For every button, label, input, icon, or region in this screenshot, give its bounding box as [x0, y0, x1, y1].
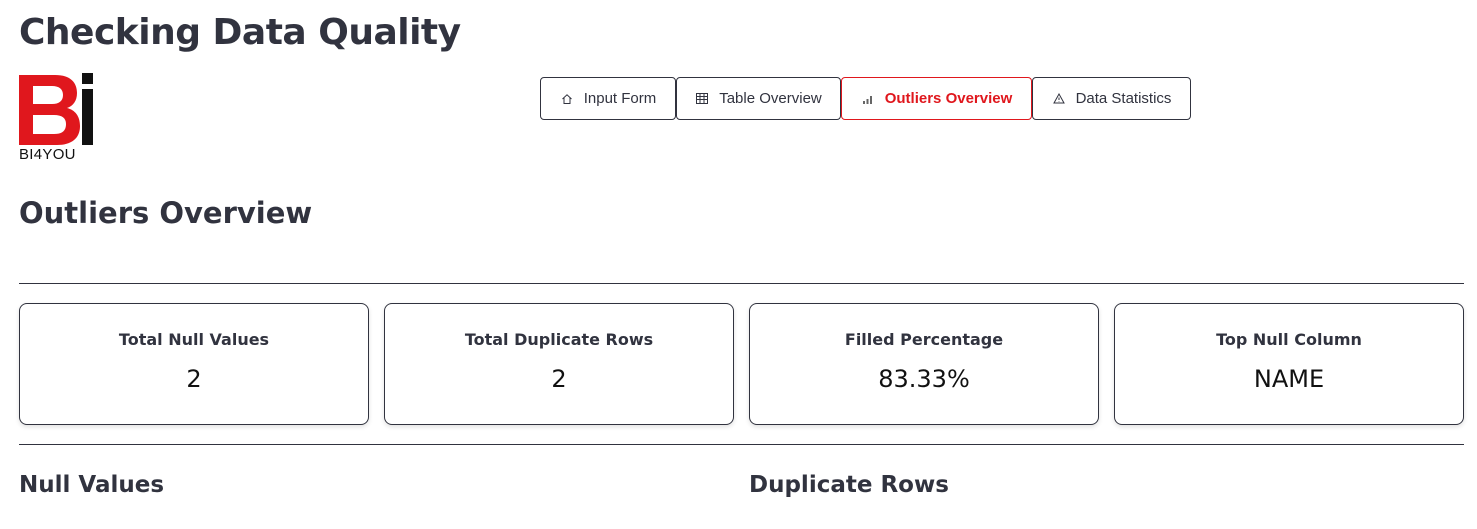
metric-label: Top Null Column: [1216, 330, 1362, 349]
table-icon: [695, 92, 709, 106]
metric-card-total-null-values: Total Null Values 2: [19, 303, 369, 425]
metric-label: Total Duplicate Rows: [464, 330, 654, 349]
metric-label: Total Null Values: [118, 330, 270, 349]
null-values-heading: Null Values: [19, 472, 165, 498]
metric-value: NAME: [1253, 365, 1325, 393]
metric-card-filled-percentage: Filled Percentage 83.33%: [749, 303, 1099, 425]
metric-value: 2: [551, 365, 567, 393]
tab-input-form[interactable]: Input Form: [540, 77, 676, 120]
warning-icon: [1052, 92, 1066, 106]
bi4you-logo: BI4YOU: [19, 73, 95, 165]
tab-outliers-overview[interactable]: Outliers Overview: [841, 77, 1032, 120]
metric-label: Filled Percentage: [844, 330, 1004, 349]
page-title: Checking Data Quality: [19, 12, 461, 53]
tab-outliers-overview-label: Outliers Overview: [884, 90, 1013, 107]
tab-table-overview[interactable]: Table Overview: [676, 77, 841, 120]
tab-input-form-label: Input Form: [583, 90, 657, 107]
metric-value: 83.33%: [878, 365, 970, 393]
bi-logo-mark-icon: [19, 73, 93, 145]
metrics-row: Total Null Values 2 Total Duplicate Rows…: [19, 303, 1464, 425]
tab-data-statistics-label: Data Statistics: [1075, 90, 1172, 107]
top-nav: Input Form Table Overview Outliers Overv…: [540, 77, 1191, 120]
metric-card-total-duplicate-rows: Total Duplicate Rows 2: [384, 303, 734, 425]
tab-table-overview-label: Table Overview: [719, 90, 822, 107]
metric-value: 2: [186, 365, 202, 393]
duplicate-rows-heading: Duplicate Rows: [749, 472, 949, 498]
tab-data-statistics[interactable]: Data Statistics: [1032, 77, 1191, 120]
bar-chart-icon: [861, 92, 875, 106]
home-icon: [560, 92, 574, 106]
metric-card-top-null-column: Top Null Column NAME: [1114, 303, 1464, 425]
divider-top: [19, 283, 1464, 284]
logo-text: BI4YOU: [19, 146, 76, 163]
divider-bottom: [19, 444, 1464, 445]
section-title: Outliers Overview: [19, 196, 313, 230]
